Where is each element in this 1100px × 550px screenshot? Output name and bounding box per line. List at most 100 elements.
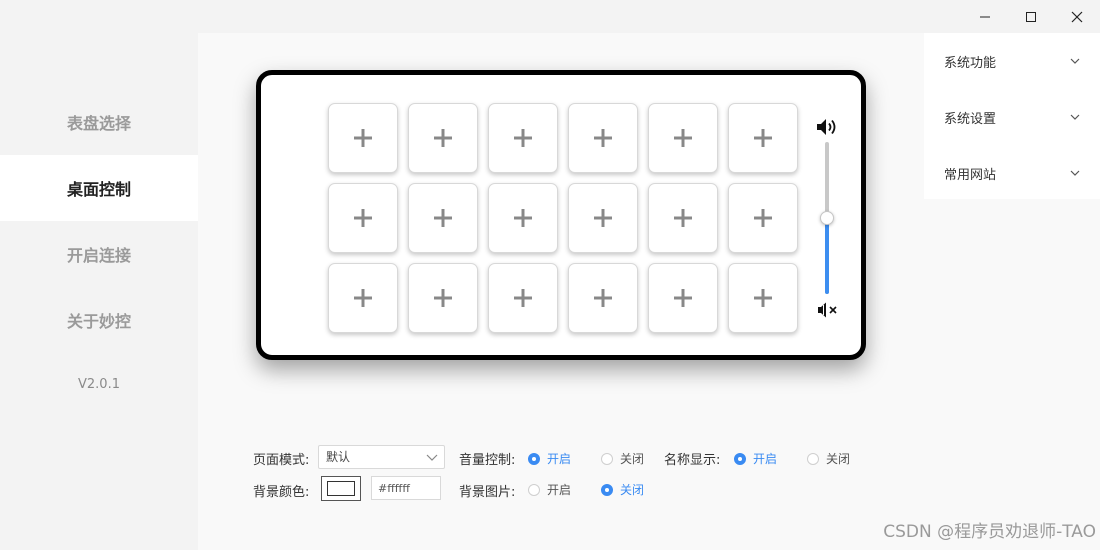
plus-icon — [434, 129, 452, 147]
close-button[interactable] — [1054, 0, 1100, 33]
plus-icon — [354, 129, 372, 147]
mute-icon — [818, 302, 837, 318]
add-key-button[interactable] — [648, 183, 718, 253]
bg-color-swatch[interactable] — [321, 476, 361, 501]
name-display-on-radio[interactable]: 开启 — [734, 450, 777, 467]
sidebar: 表盘选择 桌面控制 开启连接 关于妙控 V2.0.1 — [0, 33, 198, 550]
plus-icon — [354, 289, 372, 307]
chevron-down-icon — [1070, 114, 1080, 120]
chevron-down-icon — [1070, 58, 1080, 64]
menu-item-system-settings[interactable]: 系统设置 — [924, 89, 1100, 145]
volume-icon — [817, 119, 836, 135]
plus-icon — [674, 209, 692, 227]
menu-item-common-sites[interactable]: 常用网站 — [924, 145, 1100, 201]
plus-icon — [594, 209, 612, 227]
close-icon — [1071, 11, 1083, 22]
color-preview — [327, 481, 355, 496]
menu-item-label: 常用网站 — [944, 167, 997, 183]
main-panel: 页面模式: 默认 音量控制: 开启 关闭 名称显示: 开启 关闭 背景颜色: 背… — [198, 33, 924, 550]
add-key-button[interactable] — [728, 103, 798, 173]
sidebar-item-label: 关于妙控 — [66, 312, 131, 331]
minimize-button[interactable] — [962, 0, 1008, 33]
sidebar-item-dial-select[interactable]: 表盘选择 — [0, 89, 198, 155]
plus-icon — [514, 129, 532, 147]
bg-image-on-radio[interactable]: 开启 — [528, 481, 571, 498]
add-key-button[interactable] — [328, 183, 398, 253]
volume-slider-fill — [825, 218, 829, 294]
menu-item-system-functions[interactable]: 系统功能 — [924, 33, 1100, 89]
add-key-button[interactable] — [408, 263, 478, 333]
radio-dot — [601, 452, 613, 465]
radio-dot — [601, 483, 613, 496]
bg-color-label: 背景颜色: — [253, 485, 310, 500]
sidebar-item-label: 表盘选择 — [66, 114, 131, 133]
add-key-button[interactable] — [328, 263, 398, 333]
plus-icon — [674, 289, 692, 307]
bg-color-input[interactable] — [371, 476, 441, 500]
volume-slider[interactable] — [820, 142, 834, 294]
watermark: CSDN @程序员劝退师-TAO — [883, 522, 1096, 542]
radio-dot — [807, 452, 819, 465]
menu-item-label: 系统功能 — [944, 55, 997, 71]
bg-image-off-radio[interactable]: 关闭 — [601, 481, 644, 498]
add-key-button[interactable] — [568, 183, 638, 253]
maximize-button[interactable] — [1008, 0, 1054, 33]
page-mode-select[interactable]: 默认 — [318, 445, 445, 469]
add-key-button[interactable] — [648, 103, 718, 173]
add-key-button[interactable] — [488, 103, 558, 173]
add-key-button[interactable] — [408, 103, 478, 173]
add-key-button[interactable] — [328, 103, 398, 173]
add-key-button[interactable] — [488, 183, 558, 253]
sidebar-item-about[interactable]: 关于妙控 — [0, 287, 198, 353]
plus-icon — [594, 129, 612, 147]
plus-icon — [514, 209, 532, 227]
bg-image-label: 背景图片: — [459, 485, 516, 500]
plus-icon — [674, 129, 692, 147]
name-display-off-radio[interactable]: 关闭 — [807, 450, 850, 467]
add-key-button[interactable] — [728, 183, 798, 253]
add-key-button[interactable] — [568, 103, 638, 173]
radio-dot — [528, 452, 540, 465]
plus-icon — [354, 209, 372, 227]
plus-icon — [594, 289, 612, 307]
radio-label: 开启 — [753, 452, 778, 466]
page-mode-value: 默认 — [326, 450, 351, 464]
radio-label: 关闭 — [620, 452, 645, 466]
add-key-button[interactable] — [568, 263, 638, 333]
device-preview — [256, 70, 866, 360]
add-key-button[interactable] — [648, 263, 718, 333]
name-display-label: 名称显示: — [664, 453, 721, 468]
title-bar — [0, 0, 1100, 33]
minimize-icon — [980, 16, 990, 17]
volume-control-off-radio[interactable]: 关闭 — [601, 450, 644, 467]
radio-label: 开启 — [547, 452, 572, 466]
add-key-button[interactable] — [488, 263, 558, 333]
chevron-down-icon — [1070, 170, 1080, 176]
sidebar-item-connect[interactable]: 开启连接 — [0, 221, 198, 287]
chevron-down-icon — [426, 454, 438, 461]
sidebar-item-label: 桌面控制 — [66, 180, 131, 199]
page-mode-label: 页面模式: — [253, 453, 310, 468]
radio-dot — [528, 483, 540, 496]
plus-icon — [434, 289, 452, 307]
radio-dot — [734, 452, 746, 465]
add-key-button[interactable] — [408, 183, 478, 253]
right-panel: 系统功能 系统设置 常用网站 — [924, 33, 1100, 550]
volume-control-on-radio[interactable]: 开启 — [528, 450, 571, 467]
plus-icon — [754, 209, 772, 227]
radio-label: 关闭 — [826, 452, 851, 466]
sidebar-item-desktop-control[interactable]: 桌面控制 — [0, 155, 198, 221]
volume-slider-handle[interactable] — [820, 211, 834, 225]
volume-control-label: 音量控制: — [459, 453, 516, 468]
radio-label: 开启 — [547, 483, 572, 497]
plus-icon — [514, 289, 532, 307]
plus-icon — [434, 209, 452, 227]
add-key-button[interactable] — [728, 263, 798, 333]
key-grid — [328, 103, 798, 333]
menu-item-label: 系统设置 — [944, 111, 997, 127]
sidebar-item-label: 开启连接 — [66, 246, 131, 265]
version-label: V2.0.1 — [78, 377, 120, 392]
plus-icon — [754, 289, 772, 307]
plus-icon — [754, 129, 772, 147]
right-menu: 系统功能 系统设置 常用网站 — [924, 33, 1100, 199]
